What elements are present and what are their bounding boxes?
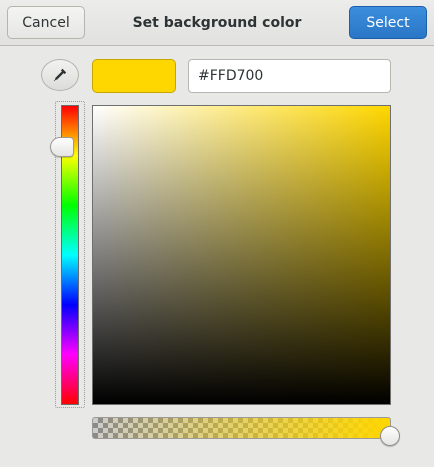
value-gradient bbox=[93, 106, 390, 404]
select-button[interactable]: Select bbox=[349, 6, 427, 39]
saturation-value-plane[interactable] bbox=[92, 105, 391, 405]
hue-slider-handle[interactable] bbox=[50, 137, 74, 157]
alpha-gradient bbox=[93, 418, 390, 438]
current-color-swatch bbox=[92, 59, 176, 93]
alpha-slider[interactable] bbox=[92, 417, 391, 439]
alpha-slider-handle[interactable] bbox=[380, 426, 400, 446]
color-chooser-dialog: Cancel Set background color Select bbox=[0, 0, 434, 467]
header-bar: Cancel Set background color Select bbox=[0, 0, 434, 46]
eyedropper-button[interactable] bbox=[41, 59, 79, 91]
cancel-button[interactable]: Cancel bbox=[7, 6, 85, 39]
color-picker-icon bbox=[53, 68, 67, 82]
hex-color-input[interactable] bbox=[188, 59, 391, 93]
